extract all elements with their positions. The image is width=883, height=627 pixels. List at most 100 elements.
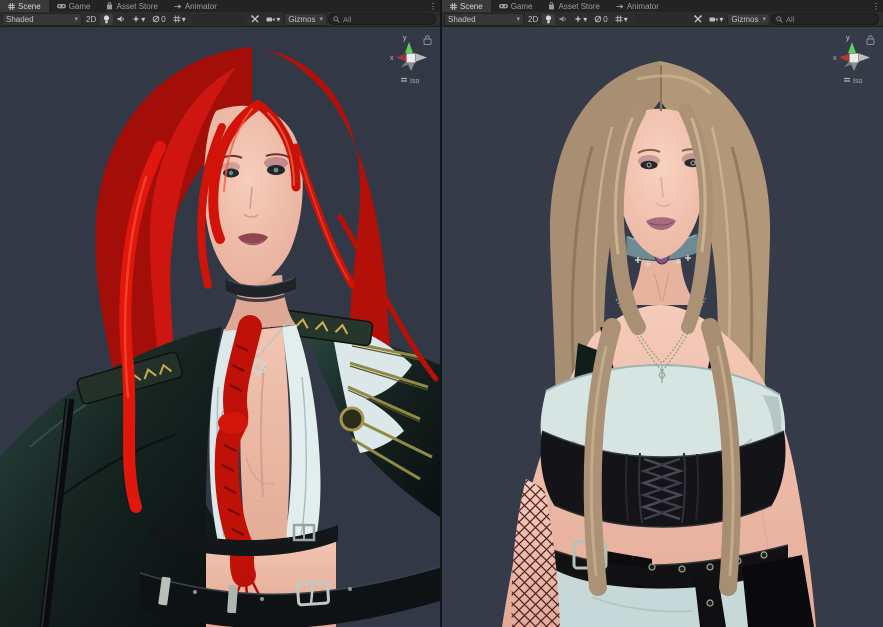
axis-x-label: x [390, 55, 394, 62]
tab-game[interactable]: Game [49, 0, 99, 12]
scene-search-field[interactable]: All [328, 13, 436, 25]
search-icon [333, 16, 340, 23]
tab-label: Asset Store [558, 2, 599, 11]
toggle-2d-button[interactable]: 2D [525, 14, 541, 25]
draw-mode-dropdown[interactable]: Shaded ▾ [2, 13, 82, 26]
gamepad-icon [57, 3, 66, 9]
projection-label: Iso [410, 78, 419, 85]
shopping-bag-icon [106, 2, 113, 10]
component-tools-button[interactable] [691, 14, 705, 25]
speaker-icon [559, 15, 567, 23]
camera-icon [709, 16, 718, 23]
scene-visibility-toggle[interactable]: 0 [149, 14, 168, 25]
draw-mode-dropdown[interactable]: Shaded ▾ [444, 13, 524, 26]
grid-visibility-dropdown[interactable]: ▾ [612, 14, 631, 25]
lightbulb-icon [545, 15, 552, 24]
chevron-down-icon: ▾ [516, 15, 520, 23]
scene-lighting-toggle[interactable] [100, 14, 113, 25]
scene-toolbar: Shaded ▾ 2D ▾ 0 ▾ ▾ [442, 12, 883, 27]
effects-dropdown[interactable]: ▾ [129, 14, 148, 25]
tab-animator[interactable]: Animator [166, 0, 225, 12]
gizmos-label: Gizmos [731, 15, 758, 24]
scene-viewport[interactable]: y x Iso [0, 27, 440, 627]
camera-icon [266, 16, 275, 23]
hidden-count: 0 [161, 15, 165, 24]
pane-menu-button[interactable]: ⋮ [429, 0, 437, 12]
tab-asset-store[interactable]: Asset Store [540, 0, 607, 12]
hidden-count: 0 [603, 15, 607, 24]
eye-off-icon [152, 15, 160, 23]
tab-label: Game [511, 2, 533, 11]
chevron-down-icon: ▾ [182, 15, 186, 24]
scene-grid-icon [8, 3, 15, 10]
chevron-down-icon: ▾ [141, 15, 145, 24]
tab-animator[interactable]: Animator [608, 0, 667, 12]
gizmos-dropdown[interactable]: Gizmos ▾ [284, 13, 327, 26]
chevron-down-icon: ▾ [583, 15, 587, 24]
effects-star-icon [132, 15, 140, 23]
grid-icon [615, 15, 623, 23]
camera-settings-dropdown[interactable]: ▾ [706, 14, 726, 25]
chevron-down-icon: ▾ [624, 15, 628, 24]
chevron-down-icon: ▾ [762, 15, 766, 23]
effects-star-icon [574, 15, 582, 23]
draw-mode-label: Shaded [448, 15, 476, 24]
crossed-tools-icon [694, 15, 702, 23]
chevron-down-icon: ▾ [276, 15, 280, 24]
scene-toolbar: Shaded ▾ 2D ▾ 0 ▾ ▾ [0, 12, 440, 27]
toggle-2d-button[interactable]: 2D [83, 14, 99, 25]
tab-bar: Scene Game Asset Store Animator ⋮ [442, 0, 883, 12]
scene-audio-toggle[interactable] [556, 14, 570, 25]
scene-orientation-gizmo[interactable]: y x Iso [831, 31, 877, 87]
scene-lighting-toggle[interactable] [542, 14, 555, 25]
search-value: All [343, 15, 351, 24]
tab-label: Game [69, 2, 91, 11]
draw-mode-label: Shaded [6, 15, 34, 24]
scene-visibility-toggle[interactable]: 0 [591, 14, 610, 25]
search-icon [776, 16, 783, 23]
crossed-tools-icon [251, 15, 259, 23]
scene-audio-toggle[interactable] [114, 14, 128, 25]
pane-menu-button[interactable]: ⋮ [872, 0, 880, 12]
gizmos-label: Gizmos [288, 15, 315, 24]
gamepad-icon [499, 3, 508, 9]
lightbulb-icon [103, 15, 110, 24]
chevron-down-icon: ▾ [719, 15, 723, 24]
grid-visibility-dropdown[interactable]: ▾ [170, 14, 189, 25]
tab-label: Animator [185, 2, 217, 11]
scene-viewport[interactable]: y x Iso [442, 27, 883, 627]
tab-label: Animator [627, 2, 659, 11]
animator-icon [174, 3, 182, 10]
chevron-down-icon: ▾ [74, 15, 78, 23]
scene-grid-icon [450, 3, 457, 10]
eye-off-icon [594, 15, 602, 23]
gizmos-dropdown[interactable]: Gizmos ▾ [727, 13, 770, 26]
tab-asset-store[interactable]: Asset Store [98, 0, 165, 12]
tab-bar: Scene Game Asset Store Animator ⋮ [0, 0, 440, 12]
shopping-bag-icon [548, 2, 555, 10]
tab-scene[interactable]: Scene [442, 0, 491, 12]
search-value: All [786, 15, 794, 24]
projection-label: Iso [853, 78, 862, 85]
scene-search-field[interactable]: All [771, 13, 879, 25]
tab-label: Scene [460, 2, 483, 11]
axis-x-label: x [833, 55, 837, 62]
character-render-redhead [0, 27, 440, 627]
chevron-down-icon: ▾ [319, 15, 323, 23]
scene-orientation-gizmo[interactable]: y x Iso [388, 31, 434, 87]
character-render-blonde [442, 27, 883, 627]
grid-icon [173, 15, 181, 23]
tab-label: Scene [18, 2, 41, 11]
tab-game[interactable]: Game [491, 0, 541, 12]
effects-dropdown[interactable]: ▾ [571, 14, 590, 25]
camera-settings-dropdown[interactable]: ▾ [263, 14, 283, 25]
tab-label: Asset Store [116, 2, 157, 11]
speaker-icon [117, 15, 125, 23]
axis-y-label: y [846, 35, 850, 42]
axis-y-label: y [403, 35, 407, 42]
scene-pane-left: Scene Game Asset Store Animator ⋮ Shaded… [0, 0, 440, 627]
tab-scene[interactable]: Scene [0, 0, 49, 12]
component-tools-button[interactable] [248, 14, 262, 25]
animator-icon [616, 3, 624, 10]
scene-pane-right: Scene Game Asset Store Animator ⋮ Shaded… [442, 0, 883, 627]
